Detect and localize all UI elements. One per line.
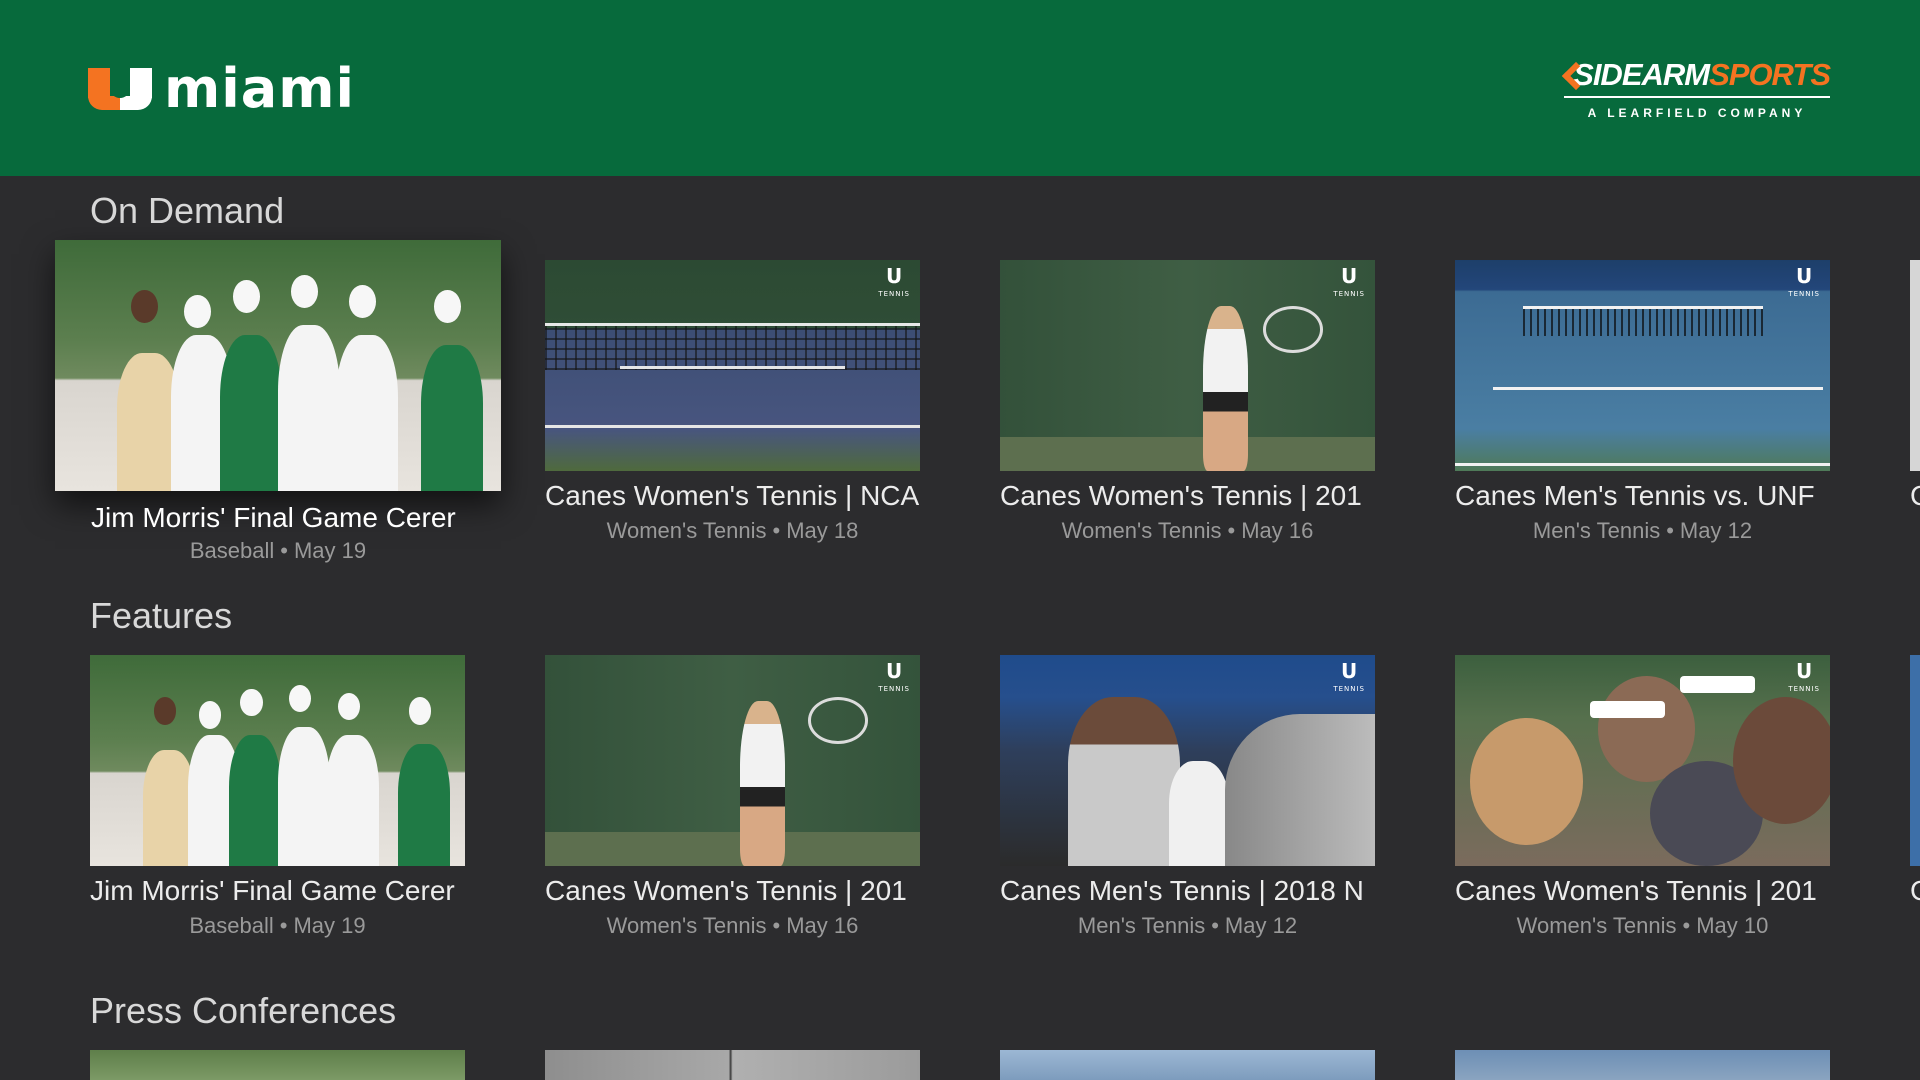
tennis-player-thumbnail-icon	[545, 655, 920, 866]
video-card-peek[interactable]	[1910, 260, 1920, 471]
video-meta: Baseball • May 19	[55, 538, 501, 564]
meta-separator: •	[279, 913, 288, 938]
video-date: May 18	[786, 518, 859, 543]
video-sport: Women's Tennis	[606, 518, 767, 543]
press-conference-thumbnail-icon	[1455, 1050, 1830, 1080]
video-title: Jim Morris' Final Game Cerer	[90, 875, 455, 906]
video-meta: Men's Tennis • May 12	[1455, 518, 1830, 544]
video-thumbnail	[545, 1050, 920, 1080]
section-title-features: Features	[90, 595, 233, 636]
video-card-press-1[interactable]	[90, 1050, 465, 1080]
video-title: Jim Morris' Final Game Cerer	[91, 502, 456, 533]
video-sport: Women's Tennis	[1061, 518, 1222, 543]
video-title: Canes Women's Tennis | 201	[545, 875, 907, 906]
tennis-player-thumbnail-icon	[1000, 260, 1375, 471]
team-huddle-thumbnail-icon	[1000, 655, 1375, 866]
meta-separator: •	[772, 518, 781, 543]
video-sport: Women's Tennis	[1516, 913, 1677, 938]
video-title: Canes Women's Tennis | 201	[1455, 875, 1817, 906]
video-thumbnail: U TENNIS	[1000, 655, 1375, 866]
video-thumbnail	[1455, 1050, 1830, 1080]
video-date: May 10	[1696, 913, 1769, 938]
tennis-court-thumbnail-icon	[1455, 260, 1830, 471]
top-bar: miami SIDEARMSPORTS A LEARFIELD COMPANY	[0, 0, 1920, 176]
video-card-on-demand-1[interactable]: Jim Morris' Final Game Cerer Baseball • Ma…	[55, 240, 501, 570]
video-card-features-3[interactable]: U TENNIS Canes Men's Tennis | 2018 N Men'…	[1000, 655, 1375, 945]
video-title-peek: C	[1910, 480, 1920, 512]
video-card-features-4[interactable]: U TENNIS Canes Women's Tennis | 201 Women…	[1455, 655, 1830, 945]
video-title: Canes Men's Tennis vs. UNF	[1455, 480, 1815, 511]
video-card-press-2[interactable]	[545, 1050, 920, 1080]
meta-separator: •	[772, 913, 781, 938]
u-watermark-icon: U TENNIS	[1333, 264, 1365, 298]
tennis-court-thumbnail-icon	[545, 260, 920, 471]
baseball-thumbnail-icon	[90, 655, 465, 866]
video-thumbnail	[90, 1050, 465, 1080]
video-sport: Baseball	[189, 913, 274, 938]
section-title-press-conferences: Press Conferences	[90, 990, 397, 1031]
miami-logo: miami	[88, 57, 355, 120]
video-sport: Women's Tennis	[606, 913, 767, 938]
meta-separator: •	[1211, 913, 1219, 938]
section-title-on-demand: On Demand	[90, 190, 285, 231]
video-card-on-demand-4[interactable]: U TENNIS Canes Men's Tennis vs. UNF Men's…	[1455, 260, 1830, 550]
meta-separator: •	[1682, 913, 1691, 938]
video-date: May 19	[293, 538, 367, 563]
u-watermark-icon: U TENNIS	[1788, 659, 1820, 693]
video-card-peek[interactable]	[1910, 655, 1920, 866]
video-date: May 19	[293, 913, 366, 938]
video-sport: Men's Tennis	[1532, 518, 1661, 543]
video-card-features-2[interactable]: U TENNIS Canes Women's Tennis | 201 Women…	[545, 655, 920, 945]
u-watermark-icon: U TENNIS	[1788, 264, 1820, 298]
video-card-on-demand-3[interactable]: U TENNIS Canes Women's Tennis | 201 Women…	[1000, 260, 1375, 550]
video-thumbnail	[90, 655, 465, 866]
video-meta: Women's Tennis • May 18	[545, 518, 920, 544]
video-date: May 12	[1679, 518, 1753, 543]
team-huddle-thumbnail-icon	[1455, 655, 1830, 866]
video-meta: Women's Tennis • May 10	[1455, 913, 1830, 939]
video-title: Canes Women's Tennis | 201	[1000, 480, 1362, 511]
video-sport: Baseball	[189, 538, 275, 563]
video-meta: Men's Tennis • May 12	[1000, 913, 1375, 939]
video-card-features-1[interactable]: Jim Morris' Final Game Cerer Baseball • Ma…	[90, 655, 465, 945]
meta-separator: •	[280, 538, 288, 563]
video-card-press-3[interactable]	[1000, 1050, 1375, 1080]
u-watermark-icon: U TENNIS	[878, 264, 910, 298]
video-thumbnail: U TENNIS	[1455, 655, 1830, 866]
video-thumbnail: U TENNIS	[1000, 260, 1375, 471]
sidearm-tagline: A LEARFIELD COMPANY	[1587, 106, 1807, 120]
sidearm-sports-logo: SIDEARMSPORTS A LEARFIELD COMPANY	[1564, 57, 1831, 120]
video-date: May 12	[1224, 913, 1298, 938]
video-meta: Women's Tennis • May 16	[1000, 518, 1375, 544]
video-title: Canes Women's Tennis | NCA	[545, 480, 920, 511]
meta-separator: •	[1666, 518, 1674, 543]
video-title: Canes Men's Tennis | 2018 N	[1000, 875, 1364, 906]
video-thumbnail: U TENNIS	[1455, 260, 1830, 471]
video-card-on-demand-2[interactable]: U TENNIS Canes Women's Tennis | NCA Women…	[545, 260, 920, 550]
video-card-press-4[interactable]	[1455, 1050, 1830, 1080]
press-conference-thumbnail-icon	[90, 1050, 465, 1080]
video-thumbnail	[1000, 1050, 1375, 1080]
video-thumbnail	[55, 240, 501, 491]
u-watermark-icon: U TENNIS	[1333, 659, 1365, 693]
sidearm-name-white: SIDEARM	[1573, 57, 1710, 92]
press-conference-thumbnail-icon	[1000, 1050, 1375, 1080]
video-date: May 16	[786, 913, 859, 938]
sidearm-chevron-icon	[1564, 64, 1567, 86]
video-meta: Women's Tennis • May 16	[545, 913, 920, 939]
miami-wordmark: miami	[164, 57, 355, 120]
press-conference-thumbnail-icon	[545, 1050, 920, 1080]
baseball-thumbnail-icon	[55, 240, 501, 491]
video-thumbnail: U TENNIS	[545, 260, 920, 471]
video-sport: Men's Tennis	[1077, 913, 1206, 938]
u-logo-icon	[88, 68, 152, 110]
sidearm-name-orange: SPORTS	[1709, 57, 1831, 92]
meta-separator: •	[1227, 518, 1236, 543]
video-meta: Baseball • May 19	[90, 913, 465, 939]
video-title-peek: C	[1910, 875, 1920, 907]
video-date: May 16	[1241, 518, 1314, 543]
video-thumbnail: U TENNIS	[545, 655, 920, 866]
u-watermark-icon: U TENNIS	[878, 659, 910, 693]
